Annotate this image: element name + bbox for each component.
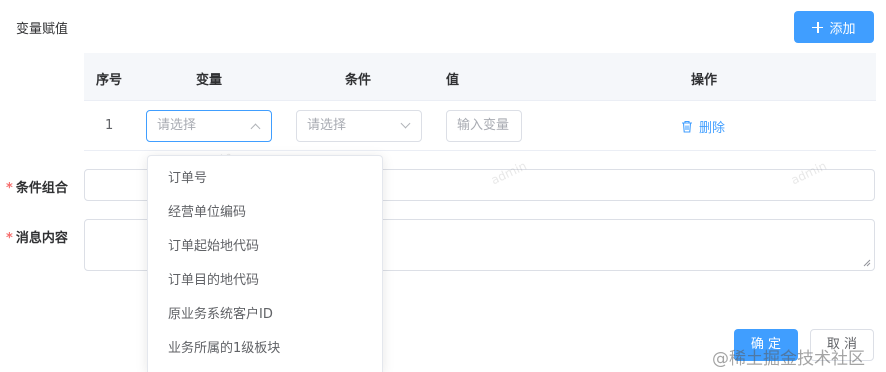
variable-select-placeholder: 请选择 [157, 118, 197, 133]
dropdown-option[interactable]: 原业务系统客户ID [148, 298, 382, 332]
table-header: 序号 变量 条件 值 操作 [84, 53, 876, 101]
column-header-condition: 条件 [345, 73, 372, 88]
column-header-index: 序号 [96, 73, 123, 88]
column-header-actions: 操作 [691, 73, 718, 88]
trash-icon [682, 120, 692, 133]
message-label-text: 消息内容 [15, 231, 68, 246]
chevron-up-icon [250, 123, 261, 134]
row-index: 1 [105, 118, 114, 133]
required-mark: * [6, 181, 13, 196]
add-button-label: 添加 [829, 21, 856, 37]
variable-table: 序号 变量 条件 值 操作 1 请选择 请选择 输入变量 删除 [84, 53, 876, 151]
dropdown-option[interactable]: 订单目的地代码 [148, 264, 382, 298]
brand-watermark: @稀土掘金技术社区 [712, 349, 865, 369]
variable-select[interactable]: 请选择 [146, 110, 272, 142]
plus-icon [812, 21, 824, 33]
condition-group-label: * 条件组合 [6, 177, 68, 196]
delete-button[interactable]: 删除 [681, 117, 725, 136]
dropdown-option[interactable]: 订单起始地代码 [148, 230, 382, 264]
dropdown-option[interactable]: 经营单位编码 [148, 196, 382, 230]
condition-select[interactable]: 请选择 [296, 110, 422, 142]
condition-group-label-text: 条件组合 [15, 181, 68, 196]
message-label: * 消息内容 [6, 227, 68, 246]
value-input-placeholder: 输入变量 [457, 118, 510, 133]
delete-button-label: 删除 [699, 121, 726, 136]
resize-handle-icon[interactable] [863, 259, 871, 267]
condition-select-placeholder: 请选择 [307, 118, 347, 133]
required-mark: * [6, 231, 13, 246]
variable-dropdown: 订单号 经营单位编码 订单起始地代码 订单目的地代码 原业务系统客户ID 业务所… [147, 155, 383, 372]
column-header-value: 值 [446, 73, 460, 88]
section-title: 变量赋值 [16, 22, 69, 37]
table-row: 1 请选择 请选择 输入变量 删除 [84, 101, 876, 151]
add-button[interactable]: 添加 [794, 11, 874, 43]
value-input[interactable]: 输入变量 [446, 110, 522, 142]
chevron-down-icon [400, 118, 411, 129]
dropdown-option[interactable]: 订单号 [148, 162, 382, 196]
dropdown-option[interactable]: 业务所属的1级板块 [148, 332, 382, 366]
column-header-variable: 变量 [196, 73, 223, 88]
